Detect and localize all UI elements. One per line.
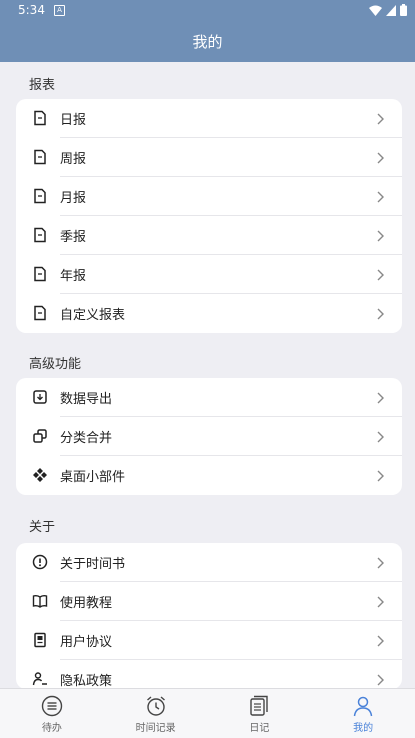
tab-label: 我的 — [353, 723, 374, 734]
menu-item-label: 关于时间书 — [60, 557, 126, 572]
export-icon — [33, 390, 47, 404]
menu-item-label: 桌面小部件 — [60, 470, 126, 485]
agreement-icon — [34, 632, 46, 648]
person-icon — [353, 696, 373, 717]
menu-item-quarterly-report[interactable]: 季报 — [16, 216, 402, 255]
menu-item-category-merge[interactable]: 分类合并 — [16, 417, 402, 456]
tab-label: 待办 — [41, 723, 62, 734]
menu-item-about-app[interactable]: 关于时间书 — [16, 543, 402, 582]
page-title: 我的 — [192, 33, 223, 51]
app-bar: 我的 — [0, 22, 415, 62]
advanced-card: 数据导出 分类合并 桌面小部件 — [16, 378, 402, 495]
chevron-right-icon — [377, 635, 384, 647]
chevron-right-icon — [377, 596, 384, 608]
chevron-right-icon — [377, 152, 384, 164]
chevron-right-icon — [377, 431, 384, 443]
about-card: 关于时间书 使用教程 用户协议 隐私政策 — [16, 543, 402, 689]
report-icon — [34, 188, 46, 204]
system-icons — [369, 4, 407, 16]
tab-todo[interactable]: 待办 — [0, 689, 104, 738]
chevron-right-icon — [377, 470, 384, 482]
status-bar: 5:34 A — [0, 0, 415, 22]
chevron-right-icon — [377, 230, 384, 242]
alarm-clock-icon — [146, 696, 165, 716]
menu-item-label: 日报 — [60, 113, 87, 128]
todo-icon — [41, 695, 63, 717]
info-icon — [32, 554, 48, 570]
chevron-right-icon — [377, 191, 384, 203]
section-title-reports: 报表 — [29, 78, 56, 93]
menu-item-daily-report[interactable]: 日报 — [16, 99, 402, 138]
menu-item-custom-report[interactable]: 自定义报表 — [16, 294, 402, 333]
tab-label: 时间记录 — [135, 723, 176, 734]
section-title-about: 关于 — [29, 520, 56, 535]
menu-item-label: 用户协议 — [60, 635, 113, 650]
menu-item-label: 周报 — [60, 152, 87, 167]
notification-icon: A — [54, 5, 65, 16]
tab-label: 日记 — [249, 723, 270, 734]
menu-item-user-agreement[interactable]: 用户协议 — [16, 621, 402, 660]
menu-item-tutorial[interactable]: 使用教程 — [16, 582, 402, 621]
menu-item-monthly-report[interactable]: 月报 — [16, 177, 402, 216]
widget-icon — [33, 468, 47, 482]
book-icon — [32, 594, 48, 608]
menu-item-label: 使用教程 — [60, 596, 113, 611]
diary-icon — [250, 695, 269, 716]
tab-diary[interactable]: 日记 — [208, 689, 312, 738]
chevron-right-icon — [377, 269, 384, 281]
menu-item-weekly-report[interactable]: 周报 — [16, 138, 402, 177]
report-icon — [34, 110, 46, 126]
chevron-right-icon — [377, 392, 384, 404]
menu-item-label: 隐私政策 — [60, 674, 113, 689]
wifi-icon — [369, 5, 382, 16]
privacy-icon — [32, 672, 47, 686]
menu-item-desktop-widget[interactable]: 桌面小部件 — [16, 456, 402, 495]
menu-item-label: 数据导出 — [60, 392, 113, 407]
bottom-tab-bar: 待办 时间记录 日记 我的 — [0, 688, 415, 738]
chevron-right-icon — [377, 674, 384, 686]
merge-icon — [33, 429, 47, 443]
signal-icon — [386, 4, 396, 16]
status-time: 5:34 — [18, 3, 45, 17]
report-icon — [34, 149, 46, 165]
chevron-right-icon — [377, 557, 384, 569]
tab-mine[interactable]: 我的 — [311, 689, 415, 738]
tab-time-record[interactable]: 时间记录 — [104, 689, 208, 738]
chevron-right-icon — [377, 113, 384, 125]
report-icon — [34, 266, 46, 282]
chevron-right-icon — [377, 308, 384, 320]
section-title-advanced: 高级功能 — [29, 357, 82, 372]
menu-item-privacy-policy[interactable]: 隐私政策 — [16, 660, 402, 689]
menu-item-label: 年报 — [60, 269, 87, 284]
report-icon — [34, 305, 46, 321]
menu-item-data-export[interactable]: 数据导出 — [16, 378, 402, 417]
menu-item-label: 自定义报表 — [60, 308, 126, 323]
reports-card: 日报 周报 月报 季报 年报 自定义报表 — [16, 99, 402, 333]
battery-icon — [400, 4, 407, 16]
menu-item-label: 月报 — [60, 191, 87, 206]
menu-item-label: 季报 — [60, 230, 87, 245]
report-icon — [34, 227, 46, 243]
menu-item-yearly-report[interactable]: 年报 — [16, 255, 402, 294]
menu-item-label: 分类合并 — [60, 431, 113, 446]
